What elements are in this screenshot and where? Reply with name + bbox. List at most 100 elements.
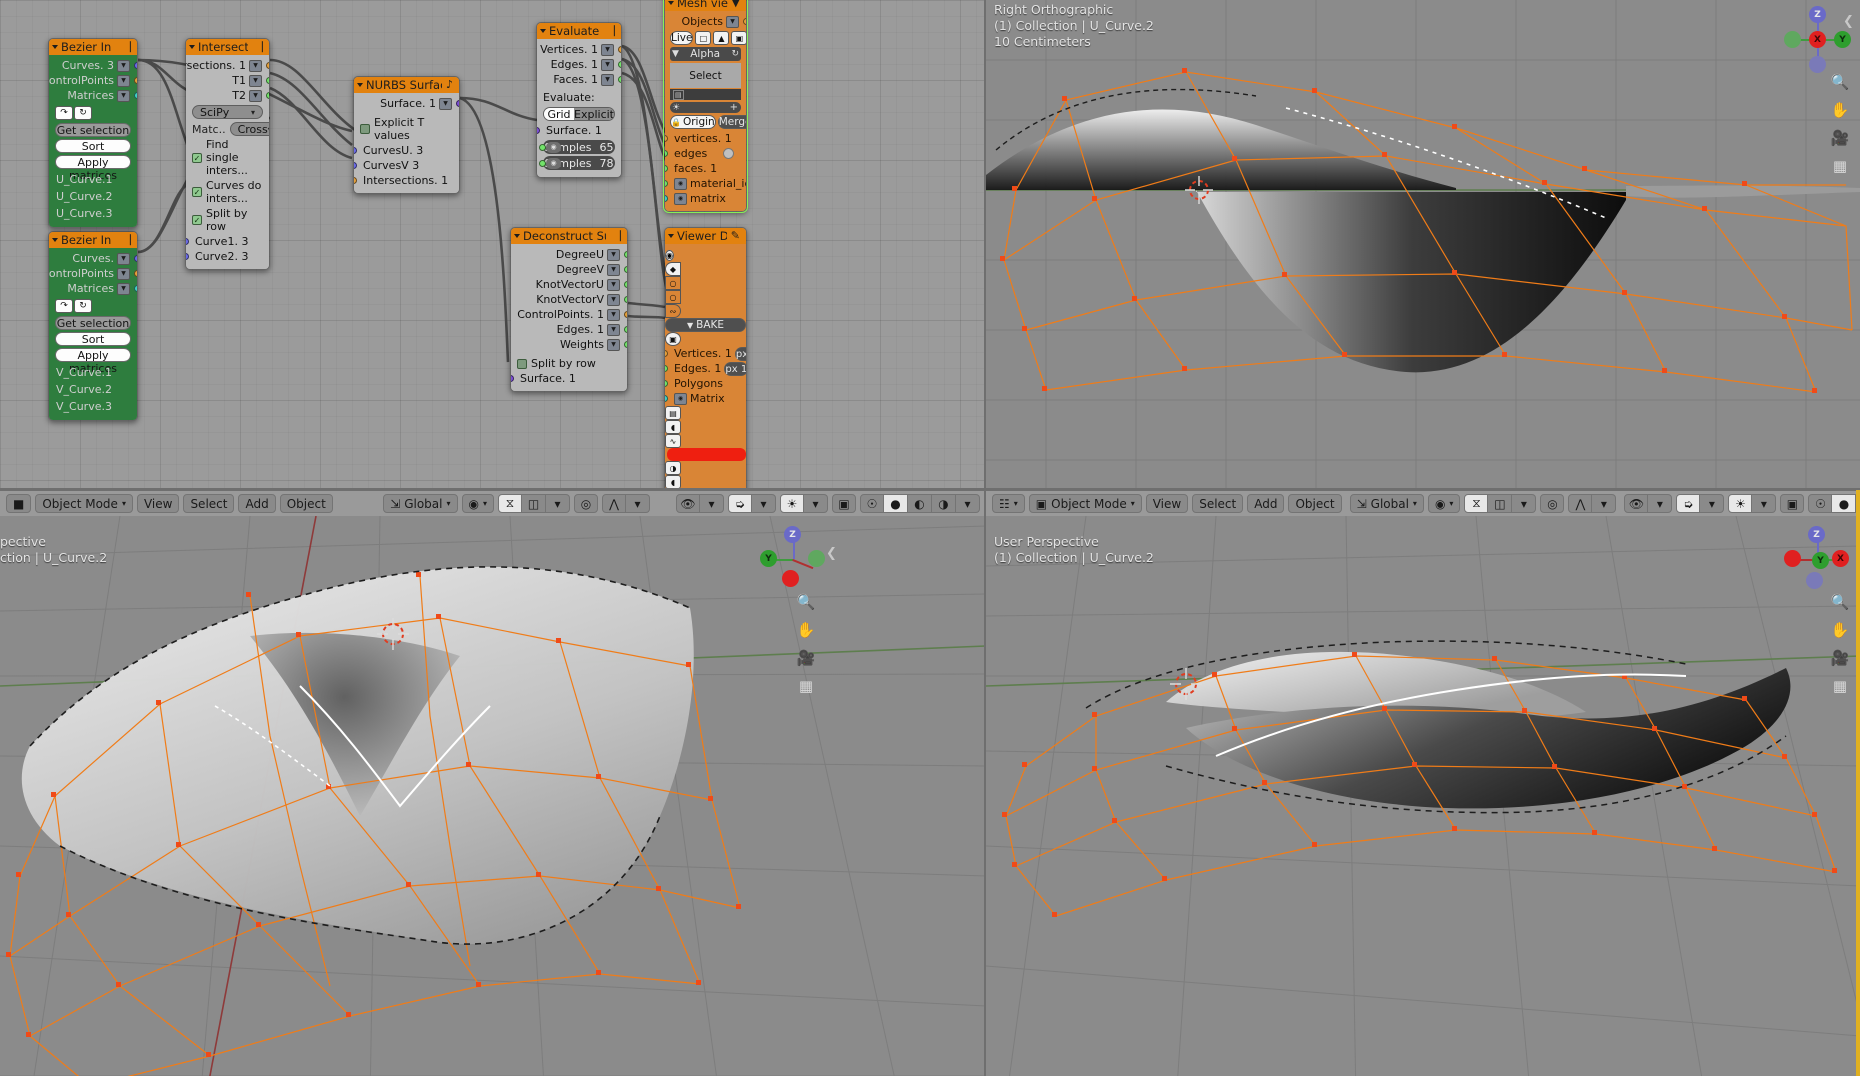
socket-dot[interactable] (186, 238, 189, 245)
snap-target-icon[interactable]: ◫ (522, 494, 546, 513)
viewport-bottom-right[interactable]: ☷ ▾ ▣ Object Mode ▾ View Select Add Obje… (986, 490, 1860, 1076)
material-shading-icon[interactable]: ◐ (908, 494, 932, 513)
collapse-triangle-icon[interactable] (668, 1, 674, 5)
bake-row[interactable]: ▼ BAKE ▣ (665, 318, 746, 346)
socket-dot[interactable] (665, 180, 668, 187)
checkbox-row[interactable]: ✓ Split by row (186, 206, 269, 234)
node-output-socket[interactable]: KnotVectorV ▼ (511, 292, 627, 307)
socket-dot[interactable] (134, 77, 137, 84)
display-toggle-row[interactable]: ◉ ◆ ○ ○ ∾ (665, 247, 746, 318)
menu-add[interactable]: Add (238, 494, 276, 513)
live-row[interactable]: Live □ ▲ ▣ (670, 31, 746, 45)
gizmo-toggle-icon[interactable]: ➭ (1676, 494, 1701, 513)
solid-shading-icon[interactable]: ● (884, 494, 908, 513)
node-input-socket[interactable]: Polygons (665, 376, 746, 391)
socket-menu-icon[interactable]: ▼ (607, 323, 620, 336)
grid-icon[interactable]: ▦ (1828, 674, 1852, 698)
socket-menu-icon[interactable]: ▼ (607, 308, 620, 321)
sort-button[interactable]: Sort (55, 139, 131, 153)
transform-orientation-selector[interactable]: ⇲ Global ▾ (383, 494, 458, 513)
node-deconstruct-surface[interactable]: Deconstruct Surface ⎹ DegreeU ▼ DegreeV … (510, 227, 628, 392)
node-input-socket[interactable]: Surface. 1 (537, 123, 621, 138)
mode-selector[interactable]: Object Mode ▾ (35, 494, 133, 513)
nav-gizmo-bottom-left[interactable]: Z Y (760, 526, 826, 592)
socket-menu-icon[interactable]: ▼ (117, 282, 130, 295)
node-bezier-in-1[interactable]: Bezier In ⎹ Curves. 3 ▼ ControlPoints ▼ … (48, 38, 138, 228)
node-input-socket[interactable]: Curve1. 3 (186, 234, 269, 249)
socket-dot[interactable] (511, 375, 514, 382)
dropdown-triangle-icon[interactable]: ▼ (687, 319, 693, 332)
socket-dot[interactable] (624, 311, 627, 318)
pivot-point-selector[interactable]: ◉ ▾ (461, 494, 494, 513)
node-output-socket[interactable]: DegreeU ▼ (511, 247, 627, 262)
get-selection-button[interactable]: Get selection (55, 316, 131, 330)
snap-magnet-icon[interactable]: ⧖ (1464, 494, 1489, 513)
object-visibility-icon[interactable]: 👁 (676, 494, 700, 513)
viewport-header-bottom-right[interactable]: ☷ ▾ ▣ Object Mode ▾ View Select Add Obje… (986, 490, 1860, 516)
socket-menu-icon[interactable]: ▼ (607, 338, 620, 351)
mode-toggle-group[interactable]: ↷ ↻ (55, 299, 131, 313)
node-output-socket[interactable]: T1 ▼ (186, 73, 269, 88)
menu-object[interactable]: Object (279, 494, 333, 513)
visibility-group[interactable]: 👁 ▾ (676, 494, 724, 513)
overlays-icon[interactable]: ☀ (780, 494, 804, 513)
node-header[interactable]: Evaluate Surface ⎹ (537, 23, 621, 39)
match-dropdown[interactable]: Cross ▾ (229, 122, 269, 136)
node-output-socket[interactable]: Edges. 1 ▼ (537, 57, 621, 72)
node-bezier-in-2[interactable]: Bezier In ⎹ Curves. ▼ ControlPoints ▼ Ma… (48, 231, 138, 421)
refresh-icon[interactable]: ↻ (731, 49, 739, 59)
collapse-triangle-icon[interactable] (52, 45, 58, 49)
node-intersect-nurbs[interactable]: Intersect NURBS ⎹ Intersections. 1 ▼ T1 … (185, 38, 270, 270)
node-viewer-draw[interactable]: Viewer Draw ✎ ◉ ◆ ○ ○ ∾ ▼ BAKE ▣ Vert (664, 227, 747, 490)
dropdown-triangle-icon[interactable]: ▼ (672, 49, 679, 59)
checkbox-icon[interactable]: ✓ (517, 358, 527, 369)
menu-view[interactable]: View (1145, 494, 1189, 513)
splitter-horizontal[interactable] (0, 488, 1860, 490)
collapse-triangle-icon[interactable] (189, 45, 195, 49)
node-output-socket[interactable]: T2 ▼ (186, 88, 269, 103)
edge-toggle-icon[interactable]: ◑ (665, 461, 681, 475)
node-header[interactable]: Mesh viewer ▼ (665, 0, 746, 11)
evaluate-mode-toggle[interactable]: Grid Explicit (543, 107, 615, 121)
socket-dot[interactable] (665, 195, 668, 202)
get-selection-button[interactable]: Get selection (55, 123, 131, 137)
gizmo-group[interactable]: ➭ ▾ (1676, 494, 1725, 513)
viewport-bottom-left[interactable]: ■ Object Mode ▾ View Select Add Object ⇲… (0, 490, 986, 1076)
toggle-explicit[interactable]: Explicit (574, 108, 614, 120)
alpha-row[interactable]: ▼ Alpha ↻ (670, 47, 741, 61)
link-icon[interactable]: ◉ (674, 192, 687, 205)
color-row-edges[interactable]: ◑ ◖ ∿ (665, 461, 746, 490)
gizmo-y-neg-axis[interactable] (1784, 31, 1801, 48)
samples-v-field[interactable]: ◉ Samples 78 (539, 156, 615, 170)
socket-menu-icon[interactable]: ▼ (117, 59, 130, 72)
link-icon[interactable]: ◉ (674, 177, 687, 190)
region-toggle-arrow-right[interactable]: ❮ (1843, 14, 1854, 29)
dropdown-circle-icon[interactable] (723, 148, 734, 159)
link-icon[interactable]: ◉ (546, 157, 561, 169)
socket-dot[interactable] (456, 100, 459, 107)
socket-dot[interactable] (186, 253, 189, 260)
node-mesh-viewer[interactable]: Mesh viewer ▼ Objects ▼ Live □ ▲ ▣ ▼ Alp… (663, 0, 748, 213)
socket-dot[interactable] (665, 395, 668, 402)
proportional-edit-icon[interactable]: ◎ (1540, 494, 1565, 513)
overlay-chevron-icon[interactable]: ▾ (1752, 494, 1777, 513)
socket-menu-icon[interactable]: ▼ (249, 59, 262, 72)
vertex-toggle-icon[interactable]: ▤ (665, 406, 681, 420)
refresh-once-icon[interactable]: ↷ (55, 299, 73, 313)
vertex-size-field[interactable]: px 4 (734, 346, 746, 361)
socket-menu-icon[interactable]: ▼ (117, 267, 130, 280)
socket-dot[interactable] (134, 270, 137, 277)
socket-dot[interactable] (134, 285, 137, 292)
checkbox-row[interactable]: ✓ Split by row (511, 356, 627, 371)
socket-dot[interactable] (539, 144, 546, 151)
node-header[interactable]: Bezier In ⎹ (49, 39, 137, 55)
node-output-socket[interactable]: KnotVectorU ▼ (511, 277, 627, 292)
transform-orientation-selector[interactable]: ⇲ Global ▾ (1349, 494, 1424, 513)
socket-dot[interactable] (624, 341, 627, 348)
socket-menu-icon[interactable]: ▼ (249, 74, 262, 87)
add-icon[interactable]: + (730, 102, 738, 113)
collapse-triangle-icon[interactable] (357, 83, 363, 87)
hand-icon[interactable]: ✋ (794, 618, 818, 642)
gizmo-z-axis[interactable]: Z (784, 526, 801, 543)
socket-dot[interactable] (624, 281, 627, 288)
